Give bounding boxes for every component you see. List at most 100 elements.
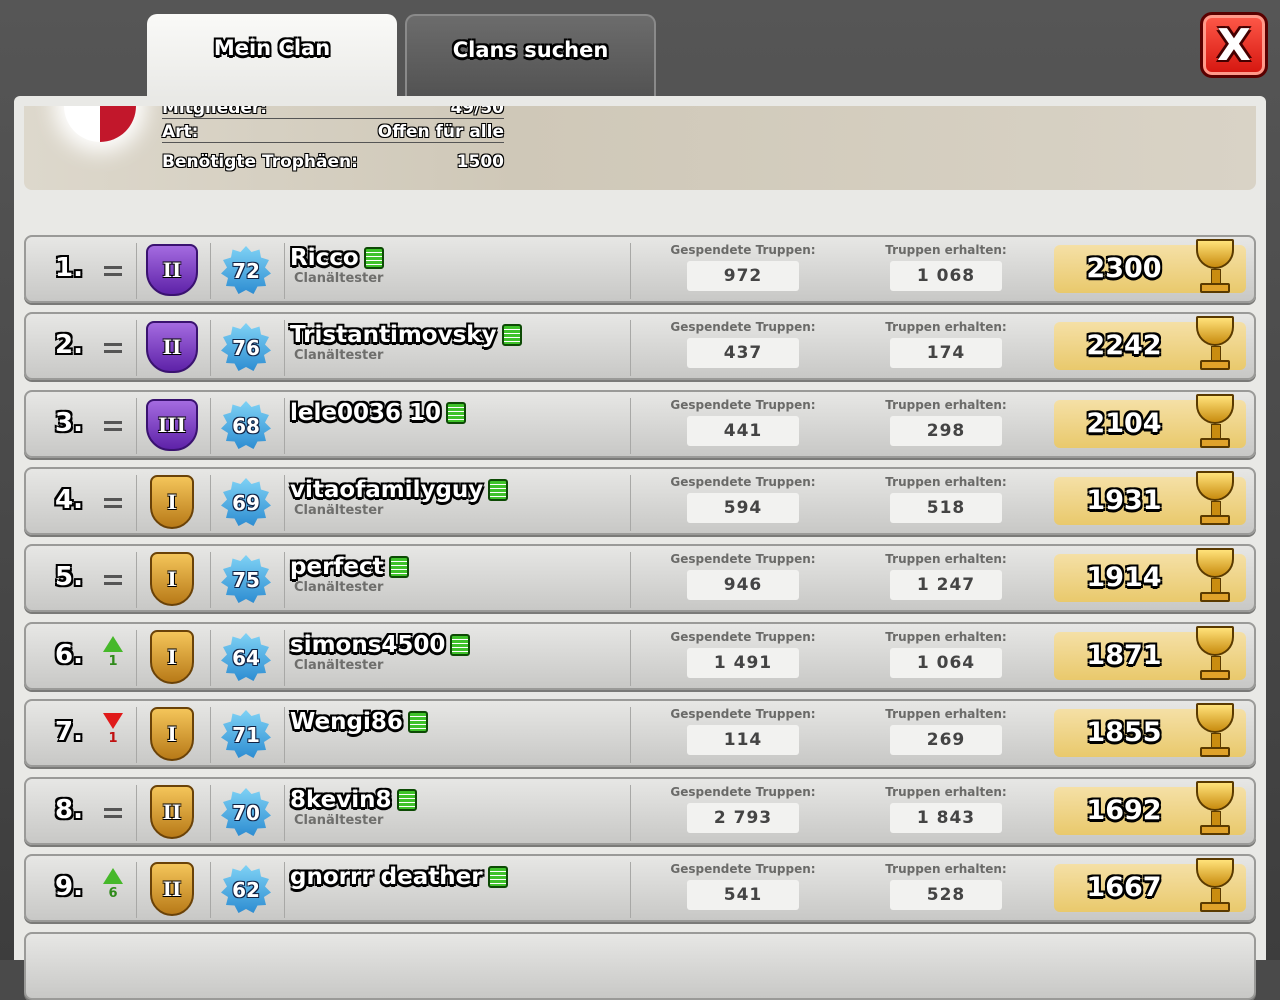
received-label: Truppen erhalten: bbox=[885, 707, 1007, 721]
trophy-icon bbox=[1188, 781, 1242, 841]
received-label: Truppen erhalten: bbox=[885, 320, 1007, 334]
donated-label: Gespendete Truppen: bbox=[670, 552, 816, 566]
league-tier: II bbox=[146, 321, 198, 373]
received-label: Truppen erhalten: bbox=[885, 552, 1007, 566]
trophy-icon bbox=[1188, 548, 1242, 608]
player-name: perfect bbox=[290, 554, 384, 580]
donated-stat: Gespendete Truppen: 437 bbox=[658, 320, 828, 368]
rank-change-number: 1 bbox=[108, 731, 118, 746]
player-role: Clanältester bbox=[294, 503, 384, 518]
info-type: Art: Offen für alle bbox=[162, 122, 504, 143]
tab-search-clans[interactable]: Clans suchen bbox=[405, 14, 656, 98]
member-row[interactable]: 9. 6 II 62 gnorrr deather Gespendete Truppen:… bbox=[24, 854, 1256, 922]
rank-number: 9. bbox=[55, 872, 83, 902]
type-label: Art: bbox=[162, 122, 199, 142]
trophy-icon bbox=[1188, 394, 1242, 454]
received-value: 1 064 bbox=[890, 648, 1002, 678]
member-row[interactable]: 1. II 72 Ricco Clanältester Gespendete Truppe… bbox=[24, 235, 1256, 303]
tab-my-clan[interactable]: Mein Clan bbox=[147, 14, 397, 98]
trophy-count: 2242 bbox=[1054, 316, 1246, 370]
rank-down-icon bbox=[103, 713, 123, 729]
trophy-count: 1667 bbox=[1054, 858, 1246, 912]
league-badge-icon: II bbox=[140, 320, 204, 374]
member-row[interactable]: 3. III 68 lele0036 10 Gespendete Truppen: 441… bbox=[24, 390, 1256, 458]
received-value: 269 bbox=[890, 725, 1002, 755]
donated-value: 972 bbox=[687, 261, 799, 291]
league-tier: II bbox=[146, 244, 198, 296]
donated-label: Gespendete Truppen: bbox=[670, 475, 816, 489]
trophy-icon bbox=[1188, 239, 1242, 299]
trophy-icon bbox=[1188, 703, 1242, 763]
received-value: 1 843 bbox=[890, 803, 1002, 833]
donated-stat: Gespendete Truppen: 972 bbox=[658, 243, 828, 291]
info-members: Mitglieder: 49/50 bbox=[162, 106, 504, 119]
trophy-value: 2242 bbox=[1086, 330, 1162, 361]
experience-level-icon: 70 bbox=[221, 788, 271, 838]
info-required-trophies: Benötigte Trophäen: 1500 bbox=[162, 152, 504, 172]
donated-stat: Gespendete Truppen: 1 491 bbox=[658, 630, 828, 678]
rank-number: 3. bbox=[55, 408, 83, 438]
donated-label: Gespendete Truppen: bbox=[670, 320, 816, 334]
members-label: Mitglieder: bbox=[162, 106, 268, 118]
received-label: Truppen erhalten: bbox=[885, 862, 1007, 876]
received-stat: Truppen erhalten: 1 247 bbox=[861, 552, 1031, 600]
experience-level: 76 bbox=[232, 336, 260, 360]
rank-change: 6 bbox=[98, 868, 128, 912]
received-stat: Truppen erhalten: 298 bbox=[861, 398, 1031, 446]
rank-change bbox=[98, 481, 128, 525]
close-button[interactable]: X bbox=[1200, 12, 1268, 78]
donated-label: Gespendete Truppen: bbox=[670, 243, 816, 257]
tab-search-clans-label: Clans suchen bbox=[452, 38, 609, 62]
tab-my-clan-label: Mein Clan bbox=[213, 36, 331, 60]
received-value: 298 bbox=[890, 416, 1002, 446]
player-name: Ricco bbox=[290, 245, 359, 271]
trophy-value: 1871 bbox=[1086, 640, 1162, 671]
player-name-block: gnorrr deather bbox=[290, 864, 508, 890]
trophy-count: 1914 bbox=[1054, 548, 1246, 602]
league-tier: II bbox=[150, 862, 194, 916]
no-change-icon bbox=[104, 498, 122, 501]
members-value: 49/50 bbox=[450, 106, 504, 118]
player-name-block: simons4500 Clanältester bbox=[290, 632, 471, 673]
player-name: Tristantimovsky bbox=[290, 322, 497, 348]
player-name: simons4500 bbox=[290, 632, 446, 658]
rank-number: 1. bbox=[55, 253, 83, 283]
required-trophies-value: 1500 bbox=[456, 152, 504, 172]
member-row[interactable]: 8. II 70 8kevin8 Clanältester Gespendete Trup… bbox=[24, 777, 1256, 845]
league-badge-icon: I bbox=[140, 552, 204, 606]
rank-number: 5. bbox=[55, 562, 83, 592]
member-row[interactable]: 4. I 69 vitaofamilyguy Clanältester Gespendet… bbox=[24, 467, 1256, 535]
donated-label: Gespendete Truppen: bbox=[670, 707, 816, 721]
member-row[interactable]: 6. 1 I 64 simons4500 Clanältester Gespendete T… bbox=[24, 622, 1256, 690]
player-name-block: 8kevin8 Clanältester bbox=[290, 787, 417, 828]
player-name: gnorrr deather bbox=[290, 864, 483, 890]
experience-level: 69 bbox=[232, 491, 260, 515]
member-row[interactable]: 7. 1 I 71 Wengi86 Gespendete Truppen: 114 Trupp… bbox=[24, 699, 1256, 767]
online-status-icon bbox=[388, 556, 409, 578]
received-label: Truppen erhalten: bbox=[885, 398, 1007, 412]
received-stat: Truppen erhalten: 1 064 bbox=[861, 630, 1031, 678]
trophy-value: 1667 bbox=[1086, 872, 1162, 903]
member-row[interactable]: 5. I 75 perfect Clanältester Gespendete Trupp… bbox=[24, 544, 1256, 612]
member-row-partial[interactable] bbox=[24, 932, 1256, 1000]
online-status-icon bbox=[487, 866, 508, 888]
no-change-icon bbox=[104, 808, 122, 811]
received-label: Truppen erhalten: bbox=[885, 475, 1007, 489]
rank-change bbox=[98, 558, 128, 602]
league-badge-icon: I bbox=[140, 475, 204, 529]
received-label: Truppen erhalten: bbox=[885, 785, 1007, 799]
trophy-value: 1914 bbox=[1086, 562, 1162, 593]
rank-number: 8. bbox=[55, 795, 83, 825]
trophy-count: 1871 bbox=[1054, 626, 1246, 680]
rank-change-number: 1 bbox=[108, 654, 118, 669]
rank-up-icon bbox=[103, 868, 123, 884]
online-status-icon bbox=[396, 789, 417, 811]
player-name-block: Tristantimovsky Clanältester bbox=[290, 322, 522, 363]
no-change-icon bbox=[104, 266, 122, 269]
clan-info-header: Mitglieder: 49/50 Art: Offen für alle Be… bbox=[24, 106, 1256, 190]
league-badge-icon: II bbox=[140, 785, 204, 839]
member-row[interactable]: 2. II 76 Tristantimovsky Clanältester Gespend… bbox=[24, 312, 1256, 380]
donated-value: 541 bbox=[687, 880, 799, 910]
experience-level-icon: 71 bbox=[221, 710, 271, 760]
online-status-icon bbox=[446, 402, 466, 424]
